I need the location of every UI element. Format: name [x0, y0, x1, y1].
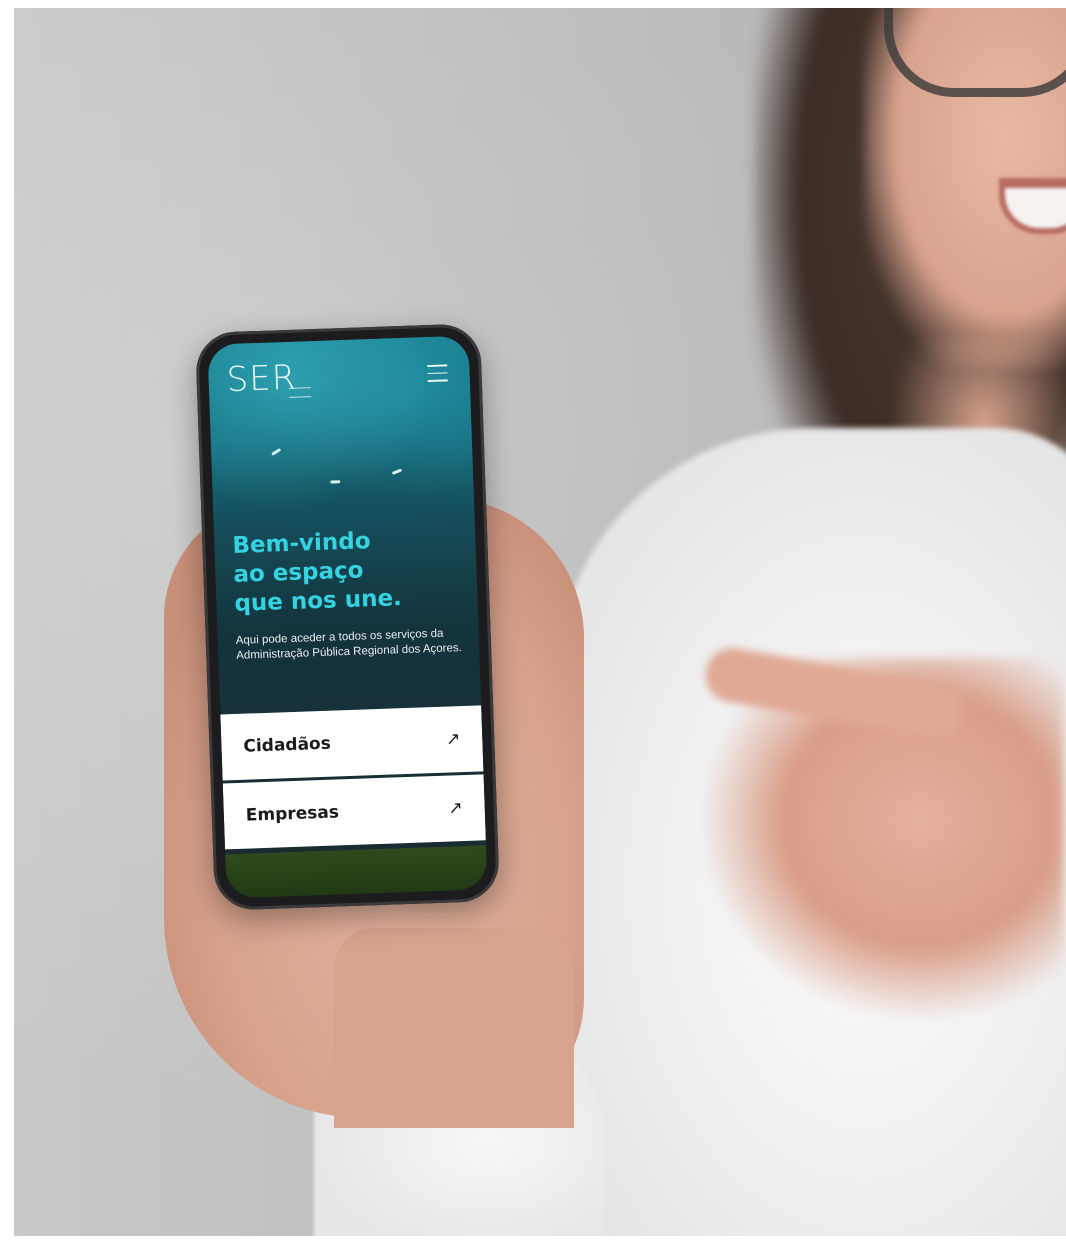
hero-text: Aqui pode aceder a todos os serviços da …: [235, 627, 463, 662]
logo-mark: [288, 387, 312, 398]
hero-title: Bem-vindo ao espaço que nos une.: [231, 528, 403, 617]
card-list: Cidadãos ↗ Empresas ↗: [220, 705, 486, 852]
arrow-up-right-icon: ↗: [445, 729, 461, 750]
card-empresas[interactable]: Empresas ↗: [222, 774, 486, 850]
photo-background: SER Bem-vindo ao espaço que nos une. Aqu…: [14, 8, 1066, 1236]
card-label: Cidadãos: [243, 733, 332, 757]
card-label: Empresas: [245, 802, 340, 826]
arrow-up-right-icon: ↗: [448, 798, 464, 819]
menu-icon[interactable]: [427, 364, 448, 383]
smartphone: SER Bem-vindo ao espaço que nos une. Aqu…: [195, 323, 500, 911]
wrist: [334, 928, 574, 1128]
phone-screen: SER Bem-vindo ao espaço que nos une. Aqu…: [207, 335, 488, 899]
grass-image: [225, 845, 488, 899]
ser-logo[interactable]: SER: [226, 358, 297, 400]
card-cidadaos[interactable]: Cidadãos ↗: [220, 705, 484, 781]
boat: [330, 480, 341, 484]
